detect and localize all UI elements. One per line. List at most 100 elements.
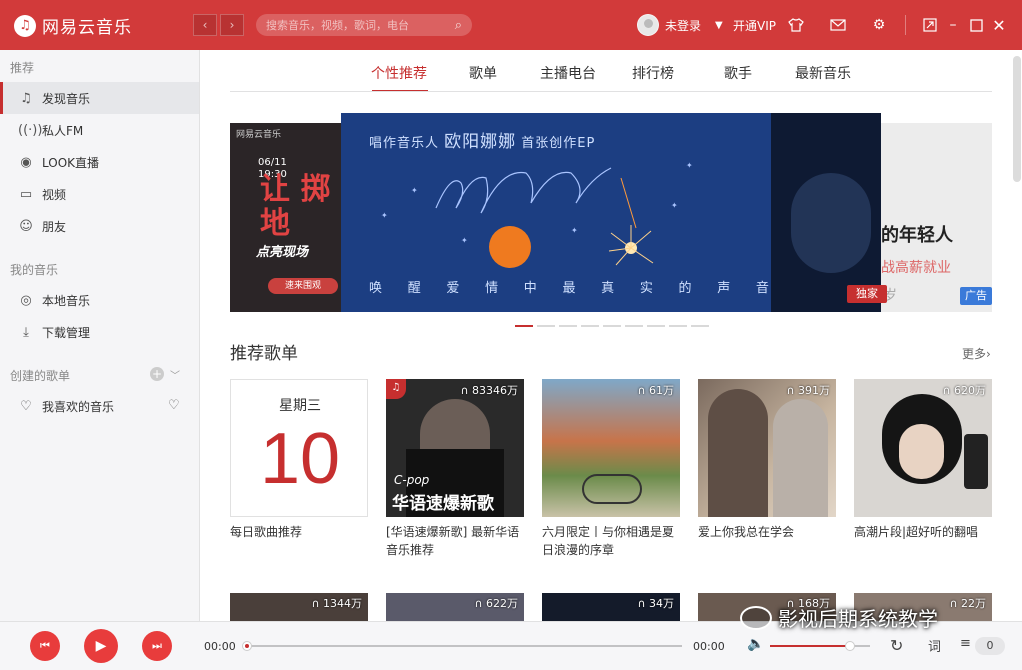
close-icon[interactable]: ✕ bbox=[987, 13, 1011, 37]
banner-dot[interactable] bbox=[603, 325, 621, 327]
section-title[interactable]: 推荐歌单 bbox=[230, 339, 298, 364]
banner-dot[interactable] bbox=[647, 325, 665, 327]
playlist-title[interactable]: [华语速爆新歌] 最新华语音乐推荐 bbox=[386, 523, 524, 559]
vip-button[interactable]: 开通VIP bbox=[733, 17, 776, 34]
progress-knob[interactable] bbox=[242, 641, 252, 651]
loop-icon[interactable]: ↻ bbox=[890, 636, 903, 655]
sidebar-item-discover[interactable]: ♫ 发现音乐 bbox=[0, 82, 199, 114]
banner-subtitle: 唤 醒 爱 情 中 最 真 实 的 声 音 bbox=[369, 277, 769, 296]
app-logo[interactable]: ♫ 网易云音乐 bbox=[14, 13, 132, 38]
tab-new-music[interactable]: 最新音乐 bbox=[795, 63, 851, 83]
playlist-card[interactable]: ♫ ∩ 83346万 C-pop 华语速爆新歌 [华语速爆新歌] 最新华语音乐推… bbox=[386, 379, 524, 559]
watermark: 影视后期系统教学 bbox=[740, 603, 938, 632]
svg-text:✦: ✦ bbox=[686, 161, 693, 170]
playlist-card[interactable]: ∩ 34万 bbox=[542, 593, 680, 621]
tab-playlists[interactable]: 歌单 bbox=[469, 63, 497, 83]
daily-recommend-card[interactable]: 星期三 10 每日歌曲推荐 bbox=[230, 379, 368, 541]
back-button[interactable]: ‹ bbox=[193, 14, 217, 36]
banner-dot[interactable] bbox=[537, 325, 555, 327]
heartbeat-mode-icon[interactable]: ♡ bbox=[168, 398, 180, 413]
playlist-card[interactable]: ∩ 391万 爱上你我总在学会 bbox=[698, 379, 836, 541]
playlist-cover[interactable]: ∩ 61万 bbox=[542, 379, 680, 517]
playlist-cover[interactable]: ∩ 620万 bbox=[854, 379, 992, 517]
tab-personal-recommend[interactable]: 个性推荐 bbox=[371, 63, 427, 83]
mini-mode-icon[interactable] bbox=[918, 13, 942, 37]
message-icon[interactable] bbox=[826, 13, 850, 37]
add-playlist-icon[interactable]: + bbox=[150, 367, 164, 381]
headphones-icon: ∩ bbox=[460, 384, 469, 397]
minimize-icon[interactable]: – bbox=[941, 13, 965, 37]
playlist-card[interactable]: ∩ 620万 高潮片段|超好听的翻唱 bbox=[854, 379, 992, 541]
play-button[interactable]: ▶ bbox=[84, 629, 118, 663]
chevron-down-icon[interactable]: ﹀ bbox=[170, 367, 180, 382]
playlist-card[interactable]: ∩ 622万 bbox=[386, 593, 524, 621]
skin-icon[interactable] bbox=[784, 13, 808, 37]
forward-button[interactable]: › bbox=[220, 14, 244, 36]
download-icon: ⤓ bbox=[23, 324, 29, 340]
sidebar-item-local-music[interactable]: ◎ 本地音乐 bbox=[0, 284, 199, 316]
tab-charts[interactable]: 排行榜 bbox=[632, 63, 674, 83]
chevron-right-icon: › bbox=[986, 347, 991, 361]
banner-right[interactable]: 的年轻人 战高薪就业 岁 bbox=[881, 123, 992, 312]
sidebar-item-live[interactable]: ◉ LOOK直播 bbox=[0, 146, 199, 178]
chevron-down-icon[interactable]: ▼ bbox=[715, 20, 723, 31]
next-button[interactable]: ⏭ bbox=[142, 631, 172, 661]
playlist-title[interactable]: 爱上你我总在学会 bbox=[698, 523, 836, 541]
playlist-card[interactable]: ∩ 61万 六月限定丨与你相遇是夏日浪漫的序章 bbox=[542, 379, 680, 559]
main-scrollbar[interactable] bbox=[1013, 56, 1021, 182]
headphones-icon: ∩ bbox=[637, 384, 646, 397]
previous-button[interactable]: ⏮ bbox=[30, 631, 60, 661]
volume-icon[interactable]: 🔈 bbox=[747, 636, 764, 652]
sidebar-item-video[interactable]: ▭ 视频 bbox=[0, 178, 199, 210]
banner-dot[interactable] bbox=[559, 325, 577, 327]
banner-subtitle-char: 的 bbox=[678, 281, 692, 296]
playlist-title[interactable]: 高潮片段|超好听的翻唱 bbox=[854, 523, 992, 541]
banner-dot[interactable] bbox=[625, 325, 643, 327]
play-count: ∩ 34万 bbox=[637, 595, 674, 611]
banner-subtitle-char: 声 bbox=[717, 281, 731, 296]
settings-icon[interactable]: ⚙ bbox=[867, 13, 891, 37]
headphones-icon: ∩ bbox=[949, 597, 958, 610]
tab-radio[interactable]: 主播电台 bbox=[540, 63, 596, 83]
search-input[interactable] bbox=[266, 18, 455, 32]
banner-subtitle-char: 情 bbox=[485, 281, 499, 296]
progress-bar[interactable] bbox=[246, 645, 682, 647]
titlebar-divider bbox=[905, 15, 906, 35]
daily-caption[interactable]: 每日歌曲推荐 bbox=[230, 523, 368, 541]
sidebar-item-fm[interactable]: ((·)) 私人FM bbox=[0, 114, 199, 146]
playlist-cover[interactable]: ♫ ∩ 83346万 C-pop 华语速爆新歌 bbox=[386, 379, 524, 517]
search-icon[interactable]: ⌕ bbox=[455, 18, 462, 33]
play-count: ∩ 83346万 bbox=[460, 382, 518, 398]
banner-dot[interactable] bbox=[581, 325, 599, 327]
playlist-cover[interactable]: ∩ 391万 bbox=[698, 379, 836, 517]
banner-dot[interactable] bbox=[691, 325, 709, 327]
playlist-icon[interactable]: ≡ bbox=[960, 636, 971, 651]
ad-badge: 广告 bbox=[960, 287, 992, 305]
user-login[interactable]: 未登录 ▼ bbox=[637, 14, 723, 36]
play-count-value: 622万 bbox=[486, 597, 518, 610]
sidebar-item-downloads[interactable]: ⤓ 下载管理 bbox=[0, 316, 199, 348]
sidebar-item-label: 下载管理 bbox=[42, 325, 91, 340]
sidebar-item-friends[interactable]: ☺ 朋友 bbox=[0, 210, 199, 242]
banner-dot[interactable] bbox=[515, 325, 533, 327]
banner-subtitle-char: 真 bbox=[601, 281, 615, 296]
sidebar-section-my-music: 我的音乐 bbox=[10, 263, 59, 277]
user-name[interactable]: 未登录 bbox=[665, 17, 701, 34]
lyric-button[interactable]: 词 bbox=[928, 636, 941, 655]
maximize-icon[interactable] bbox=[964, 13, 988, 37]
more-link[interactable]: 更多› bbox=[962, 345, 991, 362]
tab-singers[interactable]: 歌手 bbox=[724, 63, 752, 83]
banner-dot[interactable] bbox=[669, 325, 687, 327]
cover-genre: C-pop bbox=[394, 473, 430, 487]
volume-knob[interactable] bbox=[845, 641, 855, 651]
search-box[interactable]: ⌕ bbox=[256, 14, 472, 36]
music-note-icon: ♫ bbox=[20, 90, 32, 106]
avatar[interactable] bbox=[637, 14, 659, 36]
banner-main[interactable]: ✦ ✦ ✦ ✦ ✦ ✦ 唱作音乐人 欧阳娜娜 首张创作EP 唤 醒 爱 情 中 最 真 … bbox=[341, 113, 881, 312]
banner-right-sub: 战高薪就业 bbox=[881, 260, 951, 276]
volume-slider[interactable] bbox=[770, 641, 870, 651]
playlist-card[interactable]: ∩ 1344万 bbox=[230, 593, 368, 621]
playlist-title[interactable]: 六月限定丨与你相遇是夏日浪漫的序章 bbox=[542, 523, 680, 559]
playlist-count[interactable]: 0 bbox=[975, 637, 1005, 655]
daily-cover[interactable]: 星期三 10 bbox=[230, 379, 368, 517]
